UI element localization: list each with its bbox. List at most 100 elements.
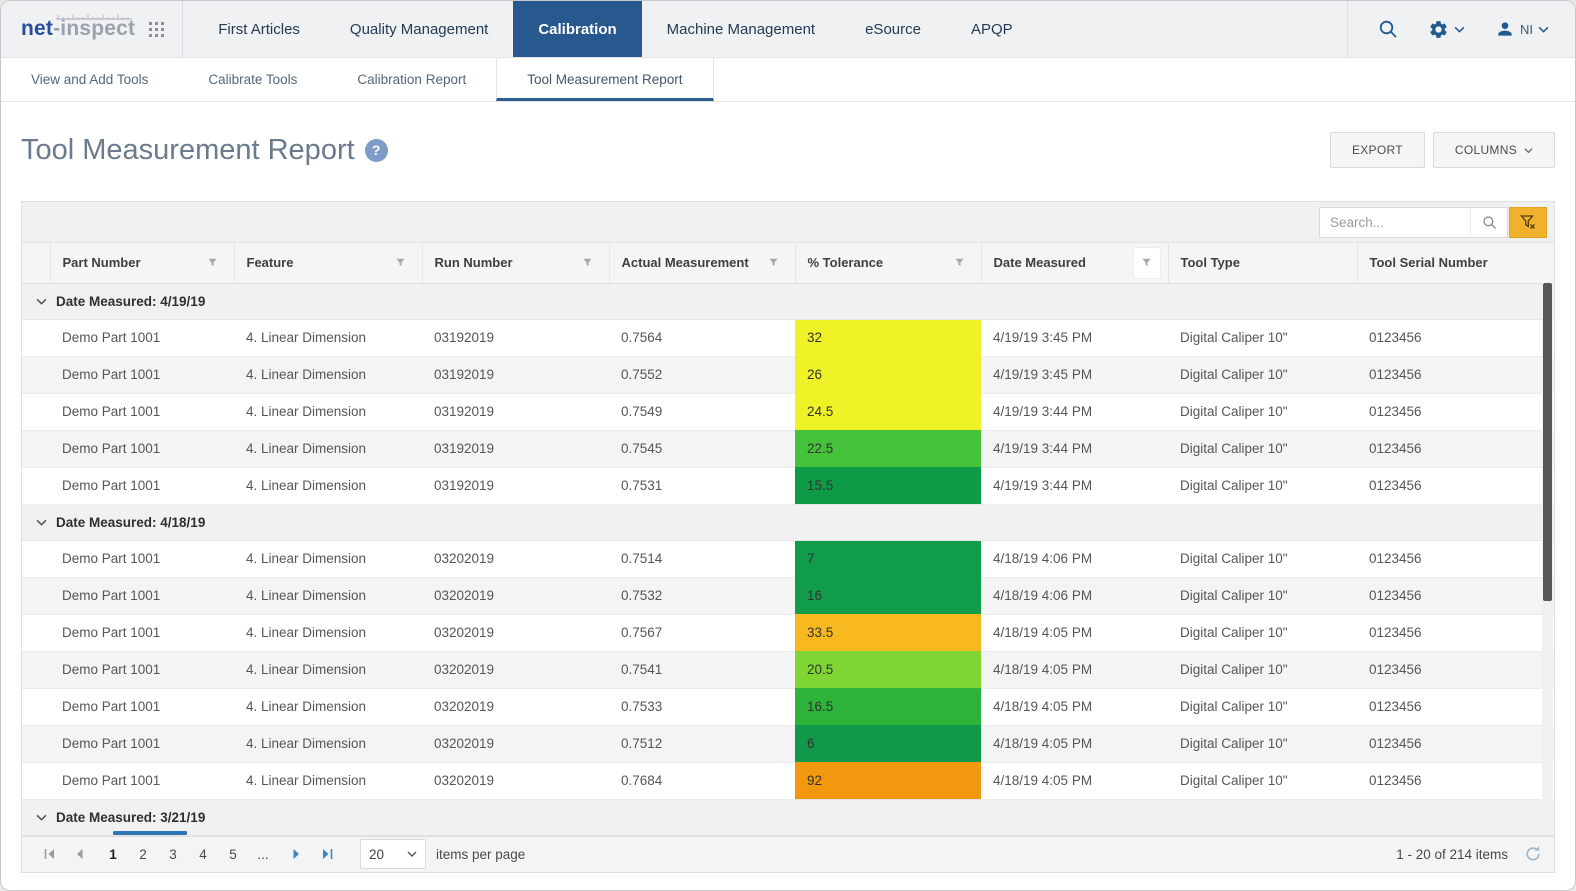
net-inspect-logo[interactable]: net-inspect: [21, 14, 135, 41]
run-number-cell: 03202019: [422, 651, 609, 689]
tolerance-cell: 26: [795, 356, 981, 393]
column-header-gutter: [22, 243, 50, 284]
date-measured-cell: 4/19/19 3:44 PM: [981, 430, 1168, 468]
search-submit-button[interactable]: [1470, 206, 1508, 238]
page-title: Tool Measurement Report: [21, 133, 355, 166]
tolerance-cell: 16.5: [795, 688, 981, 725]
run-number-cell: 03202019: [422, 577, 609, 615]
part-number-cell: Demo Part 1001: [50, 725, 234, 763]
more-pages-button[interactable]: ...: [248, 844, 278, 865]
column-filter-button-tolerance[interactable]: [947, 248, 973, 278]
column-label: Feature: [246, 255, 294, 271]
column-header-date-measured[interactable]: Date Measured: [980, 243, 1168, 284]
vertical-scrollbar[interactable]: [1542, 283, 1553, 835]
column-header-part-number[interactable]: Part Number: [49, 243, 234, 284]
next-page-button[interactable]: [282, 841, 312, 867]
column-label: Date Measured: [993, 255, 1086, 271]
run-number-cell: 03192019: [422, 356, 609, 394]
part-number-cell: Demo Part 1001: [50, 614, 234, 652]
page-number-2[interactable]: 2: [128, 844, 158, 865]
tool-serial-cell: 0123456: [1357, 540, 1554, 578]
part-number-cell: Demo Part 1001: [50, 688, 234, 726]
column-header-tool-type[interactable]: Tool Type: [1167, 243, 1357, 284]
page-number-1[interactable]: 1: [98, 844, 128, 865]
nav-item-esource[interactable]: eSource: [840, 1, 946, 57]
tab-calibration-report[interactable]: Calibration Report: [327, 58, 496, 101]
tool-serial-cell: 0123456: [1357, 356, 1554, 394]
app-window: net-inspect First Articles Quality Manage…: [0, 0, 1576, 891]
feature-cell: 4. Linear Dimension: [234, 651, 422, 689]
filter-icon: [769, 258, 778, 267]
feature-cell: 4. Linear Dimension: [234, 467, 422, 505]
date-measured-cell: 4/18/19 4:05 PM: [981, 725, 1168, 763]
user-menu[interactable]: NI: [1495, 19, 1549, 39]
tolerance-cell: 32: [795, 319, 981, 356]
help-icon[interactable]: ?: [364, 138, 388, 162]
clear-filters-button[interactable]: [1509, 206, 1547, 238]
column-filter-button-date-measured[interactable]: [1133, 247, 1160, 278]
column-filter-button-run-number[interactable]: [575, 248, 601, 278]
scrollbar-thumb[interactable]: [1543, 283, 1552, 601]
tolerance-cell: 92: [795, 762, 981, 799]
actual-measurement-cell: 0.7533: [609, 688, 795, 726]
column-header-actual-measurement[interactable]: Actual Measurement: [608, 243, 795, 284]
search-input[interactable]: [1320, 207, 1470, 237]
feature-cell: 4. Linear Dimension: [234, 356, 422, 394]
chevron-down-icon: [1524, 147, 1533, 153]
part-number-cell: Demo Part 1001: [50, 430, 234, 468]
page-number-3[interactable]: 3: [158, 844, 188, 865]
part-number-cell: Demo Part 1001: [50, 319, 234, 357]
column-filter-button-feature[interactable]: [388, 248, 414, 278]
columns-button[interactable]: COLUMNS: [1432, 132, 1555, 168]
page-size-value: 20: [369, 846, 385, 862]
column-filter-button-part-number[interactable]: [200, 248, 226, 278]
date-measured-cell: 4/19/19 3:45 PM: [981, 319, 1168, 357]
group-label: Date Measured: 3/21/19: [56, 809, 206, 825]
tab-view-and-add-tools[interactable]: View and Add Tools: [1, 58, 178, 101]
refresh-icon[interactable]: [1524, 845, 1542, 863]
date-measured-cell: 4/18/19 4:05 PM: [981, 651, 1168, 689]
first-page-button[interactable]: [34, 841, 64, 867]
tab-tool-measurement-report[interactable]: Tool Measurement Report: [496, 58, 714, 101]
group-header-row[interactable]: Date Measured: 4/18/19: [22, 503, 1554, 541]
previous-page-button[interactable]: [64, 841, 94, 867]
search-icon[interactable]: [1378, 19, 1398, 39]
column-header-run-number[interactable]: Run Number: [421, 243, 609, 284]
last-page-button[interactable]: [312, 841, 342, 867]
column-header-tool-serial-number[interactable]: Tool Serial Number: [1356, 243, 1554, 284]
group-label: Date Measured: 4/18/19: [56, 514, 206, 530]
table-row: Demo Part 1001 4. Linear Dimension 0319201…: [22, 430, 1554, 468]
tab-calibrate-tools[interactable]: Calibrate Tools: [178, 58, 327, 101]
app-grid-icon[interactable]: [149, 21, 165, 37]
column-filter-button-actual-measurement[interactable]: [761, 248, 787, 278]
export-button[interactable]: EXPORT: [1329, 132, 1425, 168]
feature-cell: 4. Linear Dimension: [234, 540, 422, 578]
nav-item-quality-management[interactable]: Quality Management: [325, 1, 513, 57]
nav-item-first-articles[interactable]: First Articles: [193, 1, 325, 57]
page-number-4[interactable]: 4: [188, 844, 218, 865]
run-number-cell: 03192019: [422, 319, 609, 357]
settings-menu[interactable]: [1428, 19, 1465, 40]
tool-type-cell: Digital Caliper 10": [1168, 356, 1357, 394]
collapse-chevron-icon: [36, 298, 47, 305]
page-number-5[interactable]: 5: [218, 844, 248, 865]
nav-item-calibration[interactable]: Calibration: [513, 1, 642, 57]
tool-measurement-grid: Part Number Feature Run Number Actual Measu…: [21, 201, 1555, 873]
tool-type-cell: Digital Caliper 10": [1168, 577, 1357, 615]
tolerance-cell: 16: [795, 577, 981, 614]
page-actions: EXPORT COLUMNS: [1329, 132, 1555, 168]
column-header-tolerance[interactable]: % Tolerance: [794, 243, 981, 284]
column-header-feature[interactable]: Feature: [233, 243, 422, 284]
tolerance-cell: 7: [795, 540, 981, 577]
group-header-row[interactable]: Date Measured: 3/21/19: [22, 798, 1554, 836]
items-per-page-label: items per page: [436, 846, 526, 862]
nav-item-apqp[interactable]: APQP: [946, 1, 1038, 57]
date-measured-cell: 4/18/19 4:06 PM: [981, 540, 1168, 578]
gear-icon: [1430, 20, 1447, 38]
page-size-select[interactable]: 20: [360, 839, 426, 869]
table-header-row: Part Number Feature Run Number Actual Measu…: [22, 243, 1554, 284]
nav-item-machine-management[interactable]: Machine Management: [642, 1, 840, 57]
page-numbers: 1 2 3 4 5...: [98, 844, 278, 865]
gutter: [22, 356, 50, 394]
group-header-row[interactable]: Date Measured: 4/19/19: [22, 282, 1554, 320]
